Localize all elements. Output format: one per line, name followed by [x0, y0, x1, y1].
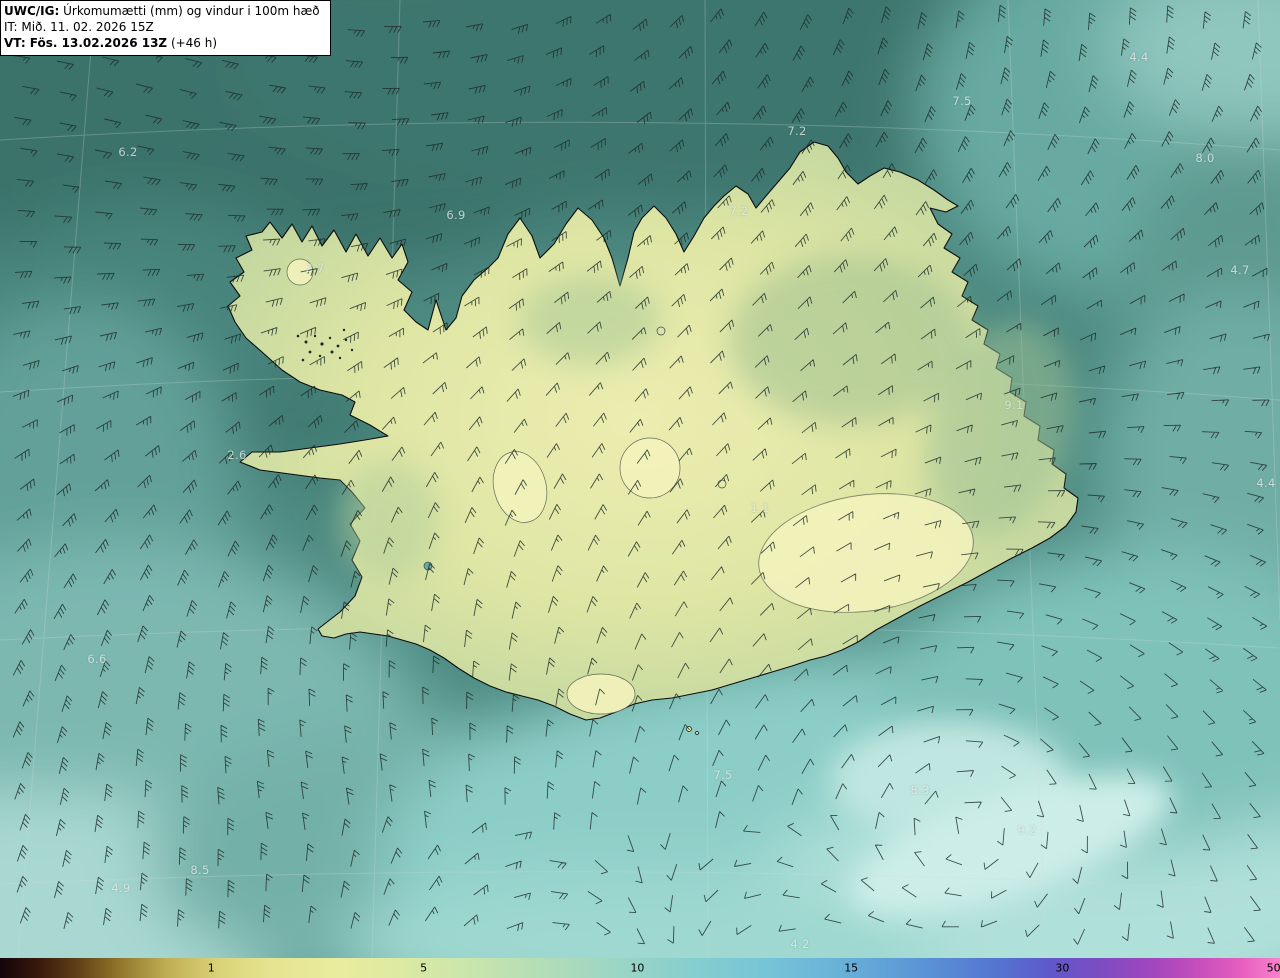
colorbar-tick-label: 10 — [630, 961, 645, 975]
product-title: Úrkomumætti (mm) og vindur i 100m hæð — [59, 4, 320, 18]
colorbar-tick-label: 15 — [844, 961, 859, 975]
map-canvas: 6.2 7.2 7.5 4.4 8.0 6.9 7.2 2.7 4.7 2.6 9.1 4.4 1.1 6… — [0, 0, 1280, 958]
valid-time: VT: Fös. 13.02.2026 13Z — [4, 36, 168, 50]
colorbar-tick-label: 30 — [1055, 961, 1070, 975]
colorbar-tick-label: 5 — [420, 961, 428, 975]
colorbar: 1 5 10 15 30 50 — [0, 958, 1280, 978]
product-code: UWC/IG: — [4, 4, 60, 18]
colorbar-tick-label: 1 — [207, 961, 215, 975]
colorbar-ticks: 1 5 10 15 30 50 — [0, 958, 1280, 978]
valid-offset: (+46 h) — [167, 36, 218, 50]
map-title-box: UWC/IG: Úrkomumætti (mm) og vindur i 100… — [0, 0, 331, 56]
colorbar-tick-label: 50 — [1266, 961, 1280, 975]
title-line-product: UWC/IG: Úrkomumætti (mm) og vindur i 100… — [4, 3, 320, 19]
title-line-init: IT: Mið. 11. 02. 2026 15Z — [4, 19, 320, 35]
precipitation-wind-map — [0, 0, 1280, 958]
weather-map-page: 6.2 7.2 7.5 4.4 8.0 6.9 7.2 2.7 4.7 2.6 9.1 4.4 1.1 6… — [0, 0, 1280, 978]
title-line-valid: VT: Fös. 13.02.2026 13Z (+46 h) — [4, 35, 320, 51]
init-time: IT: Mið. 11. 02. 2026 15Z — [4, 20, 154, 34]
